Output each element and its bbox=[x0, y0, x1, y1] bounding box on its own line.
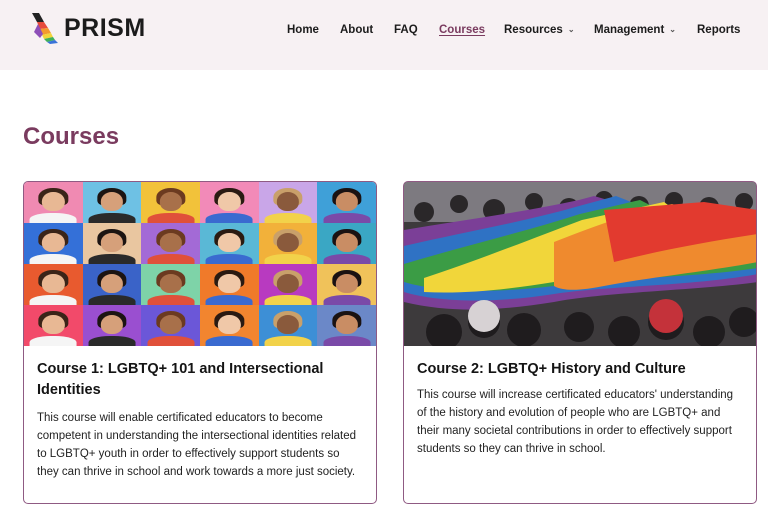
nav-home[interactable]: Home bbox=[287, 22, 319, 38]
portrait-tile bbox=[141, 305, 200, 346]
course-2-image bbox=[404, 182, 756, 346]
course-card-1[interactable]: Course 1: LGBTQ+ 101 and Intersectional … bbox=[23, 181, 377, 504]
portrait-tile bbox=[82, 305, 142, 346]
nav-management[interactable]: Management ⌄ bbox=[594, 22, 676, 38]
course-1-image bbox=[24, 182, 376, 346]
portrait-tile bbox=[24, 223, 83, 264]
nav-resources-label: Resources bbox=[504, 24, 563, 36]
portrait-tile bbox=[141, 182, 200, 223]
chevron-down-icon: ⌄ bbox=[669, 25, 676, 34]
portrait-tile bbox=[200, 305, 259, 346]
portrait-tile bbox=[141, 223, 200, 264]
course-1-description: This course will enable certificated edu… bbox=[37, 412, 357, 478]
portrait-tile bbox=[200, 264, 259, 305]
portrait-tile bbox=[258, 264, 318, 305]
portrait-tile bbox=[24, 305, 83, 346]
course-2-description: This course will increase certificated e… bbox=[417, 389, 734, 455]
portrait-tile bbox=[24, 264, 83, 305]
course-2-title[interactable]: Course 2: LGBTQ+ History and Culture bbox=[417, 359, 744, 380]
nav-courses[interactable]: Courses bbox=[439, 22, 485, 38]
portrait-tile bbox=[82, 223, 142, 264]
portrait-tile bbox=[24, 182, 83, 223]
chevron-down-icon: ⌄ bbox=[567, 25, 575, 34]
nav-faq[interactable]: FAQ bbox=[394, 22, 418, 38]
page-title: Courses bbox=[23, 123, 120, 150]
portrait-tile bbox=[200, 182, 259, 223]
portrait-tile bbox=[258, 182, 318, 223]
portrait-tile bbox=[200, 223, 259, 264]
portrait-tile bbox=[82, 182, 142, 223]
portrait-tile bbox=[317, 223, 376, 264]
nav-resources[interactable]: Resources ⌄ bbox=[504, 22, 575, 38]
portrait-tile bbox=[317, 264, 376, 305]
main-nav: Home About FAQ Courses Resources ⌄ Manage… bbox=[0, 22, 768, 38]
portrait-tile bbox=[317, 182, 376, 223]
course-1-title[interactable]: Course 1: LGBTQ+ 101 and Intersectional … bbox=[37, 359, 364, 401]
portrait-tile bbox=[258, 223, 318, 264]
portrait-tile bbox=[317, 305, 376, 346]
course-1-body: Course 1: LGBTQ+ 101 and Intersectional … bbox=[37, 359, 364, 481]
site-header: PRISM Home About FAQ Courses Resources ⌄ … bbox=[0, 0, 768, 70]
portrait-tile bbox=[258, 305, 318, 346]
portrait-tile bbox=[82, 264, 142, 305]
portrait-tile bbox=[141, 264, 200, 305]
nav-reports[interactable]: Reports bbox=[697, 22, 740, 38]
nav-about[interactable]: About bbox=[340, 22, 373, 38]
course-2-body: Course 2: LGBTQ+ History and Culture Thi… bbox=[417, 359, 744, 458]
nav-management-label: Management bbox=[594, 24, 665, 36]
course-card-2[interactable]: Course 2: LGBTQ+ History and Culture Thi… bbox=[403, 181, 757, 504]
